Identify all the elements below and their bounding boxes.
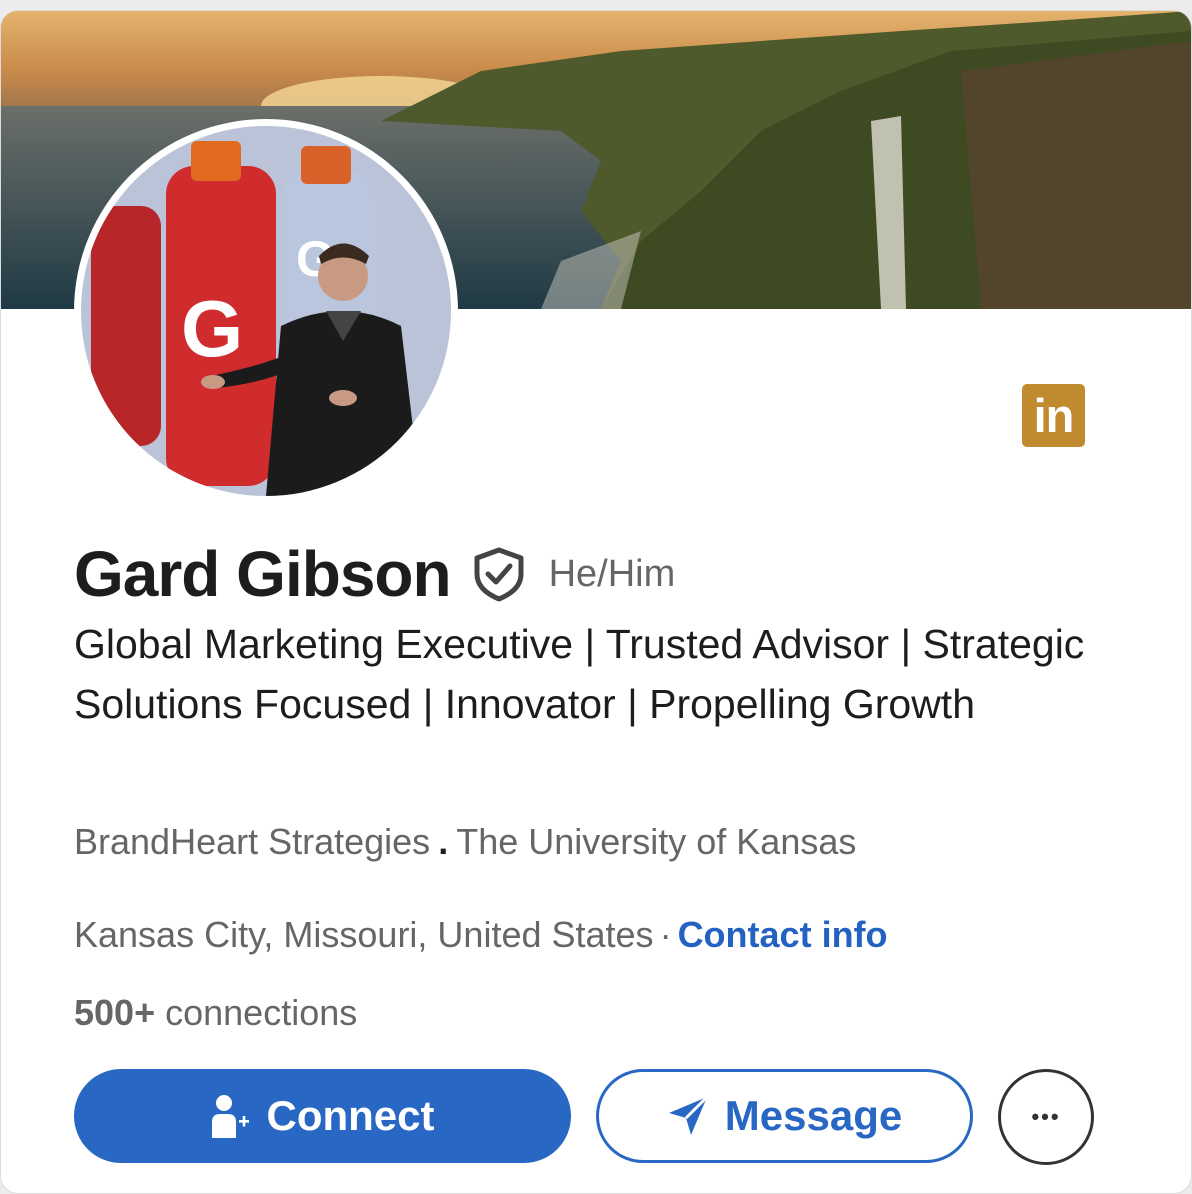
send-icon xyxy=(667,1095,709,1137)
pronouns: He/Him xyxy=(548,552,676,595)
message-label: Message xyxy=(724,1092,903,1139)
affiliation-separator: . xyxy=(438,821,449,862)
company-link[interactable]: BrandHeart Strategies xyxy=(74,821,430,862)
connect-button[interactable]: Connect xyxy=(74,1069,571,1163)
profile-headline: Global Marketing Executive | Trusted Adv… xyxy=(74,621,1085,727)
linkedin-logo-icon[interactable]: in xyxy=(1022,384,1085,447)
profile-card: G G in Gard Gibson He/Him Global Marketi… xyxy=(0,10,1192,1194)
connections-label: connections xyxy=(165,992,358,1033)
verified-shield-icon[interactable] xyxy=(471,546,527,602)
school-link[interactable]: The University of Kansas xyxy=(456,821,856,862)
profile-name: Gard Gibson xyxy=(74,538,452,610)
name-row: Gard Gibson He/Him xyxy=(74,529,675,619)
more-horizontal-icon: ••• xyxy=(1031,1104,1061,1129)
profile-affiliations: BrandHeart Strategies. The University of … xyxy=(74,821,856,863)
location-dot: · xyxy=(659,914,672,955)
location-text: Kansas City, Missouri, United States xyxy=(74,914,654,955)
message-button[interactable]: Message xyxy=(596,1069,973,1163)
add-person-icon xyxy=(211,1094,251,1138)
connections-number: 500+ xyxy=(74,992,156,1033)
connect-label: Connect xyxy=(266,1092,435,1139)
svg-text:G: G xyxy=(181,284,243,373)
profile-avatar[interactable]: G G xyxy=(74,119,458,503)
connections-count[interactable]: 500+ connections xyxy=(74,992,357,1034)
profile-location-row: Kansas City, Missouri, United States · Con… xyxy=(74,914,888,956)
more-actions-button[interactable]: ••• xyxy=(998,1069,1094,1165)
contact-info-link[interactable]: Contact info xyxy=(678,914,888,955)
